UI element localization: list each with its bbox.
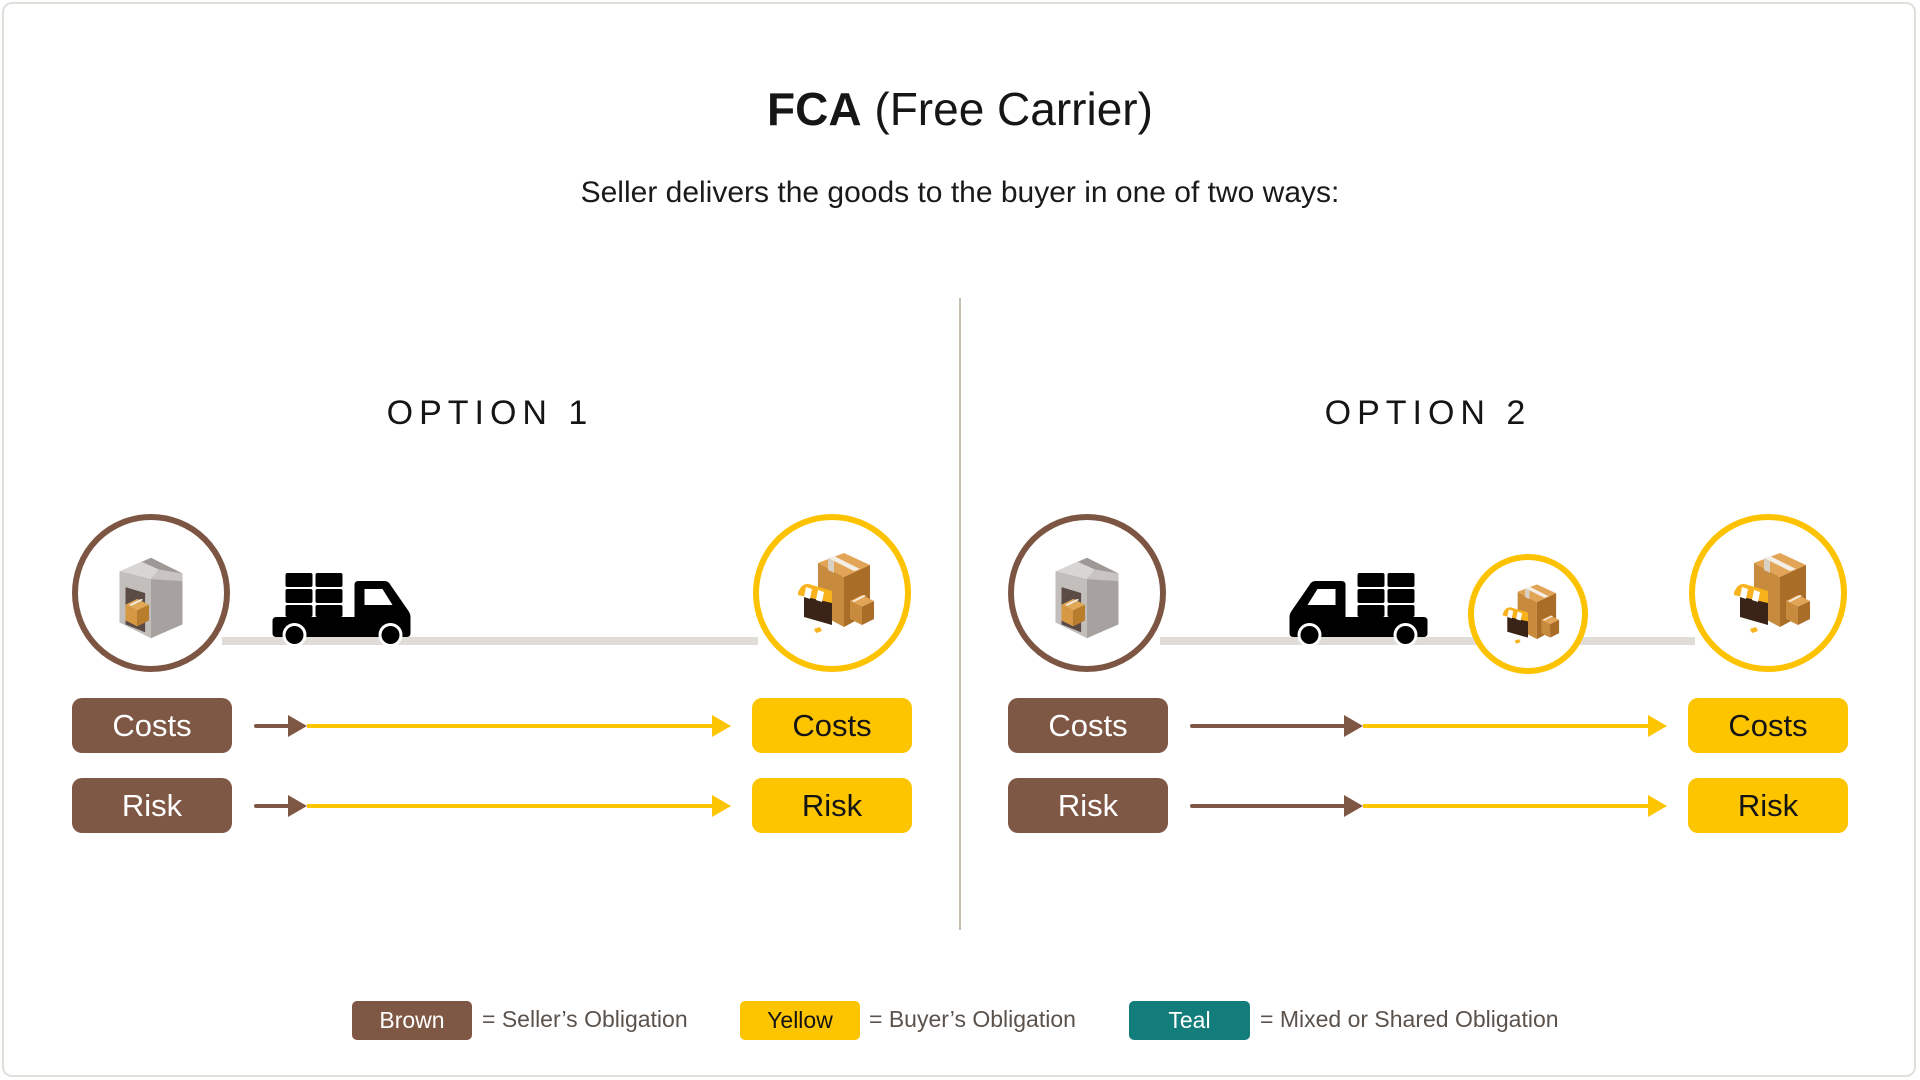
legend-teal-swatch: Teal bbox=[1129, 1001, 1250, 1040]
warehouse-icon bbox=[102, 544, 200, 642]
truck-icon: .y1 .crate{fill:#fde388}.y1 .body{fill:#… bbox=[272, 573, 413, 645]
truck-icon: .b2 .crate{fill:#a88878}.b2 .body{fill:#… bbox=[1287, 573, 1428, 645]
option-1-costs-transfer-arrow bbox=[254, 715, 731, 737]
option-2-truck: .b2 .crate{fill:#a88878}.b2 .body{fill:#… bbox=[1287, 573, 1428, 645]
option-1-seller-costs: Costs bbox=[72, 698, 232, 753]
option-2-seller-risk: Risk bbox=[1008, 778, 1168, 833]
option-1-buyer-circle bbox=[753, 514, 911, 672]
page-title: FCA (Free Carrier) bbox=[0, 82, 1920, 136]
option-2-seller-circle bbox=[1008, 514, 1166, 672]
option-2-seller-costs: Costs bbox=[1008, 698, 1168, 753]
warehouse-icon bbox=[1038, 544, 1136, 642]
legend-brown-description: = Seller’s Obligation bbox=[482, 1006, 688, 1032]
page-subtitle: Seller delivers the goods to the buyer i… bbox=[580, 176, 1340, 209]
title-acronym: FCA bbox=[767, 83, 862, 135]
option-2-costs-transfer-arrow bbox=[1190, 715, 1667, 737]
option-1-seller-circle bbox=[72, 514, 230, 672]
store-packages-icon bbox=[1718, 543, 1818, 643]
legend-teal-description: = Mixed or Shared Obligation bbox=[1260, 1006, 1559, 1032]
option-divider bbox=[959, 298, 961, 930]
option-2-buyer-risk: Risk bbox=[1688, 778, 1848, 833]
legend-brown-swatch: Brown bbox=[352, 1001, 472, 1040]
option-2-title: OPTION 2 bbox=[1324, 394, 1532, 432]
option-1-risk-transfer-arrow bbox=[254, 795, 731, 817]
option-1-truck: .y1 .crate{fill:#fde388}.y1 .body{fill:#… bbox=[272, 573, 413, 645]
option-1-title: OPTION 1 bbox=[386, 394, 594, 432]
option-2-risk-transfer-arrow bbox=[1190, 795, 1667, 817]
title-expansion: (Free Carrier) bbox=[861, 83, 1153, 135]
option-1-seller-risk: Risk bbox=[72, 778, 232, 833]
store-packages-icon bbox=[782, 543, 882, 643]
option-1-buyer-risk: Risk bbox=[752, 778, 912, 833]
legend-yellow-description: = Buyer’s Obligation bbox=[869, 1006, 1076, 1032]
option-1-buyer-costs: Costs bbox=[752, 698, 912, 753]
store-packages-icon bbox=[1491, 577, 1565, 651]
legend-yellow-swatch: Yellow bbox=[740, 1001, 860, 1040]
option-2-buyer-circle bbox=[1689, 514, 1847, 672]
option-2-carrier-circle bbox=[1468, 554, 1588, 674]
option-2-buyer-costs: Costs bbox=[1688, 698, 1848, 753]
